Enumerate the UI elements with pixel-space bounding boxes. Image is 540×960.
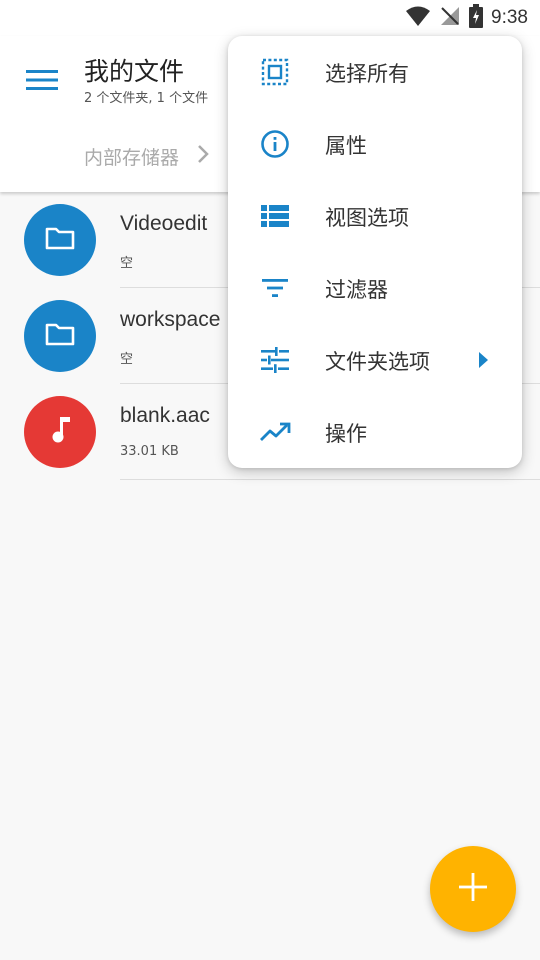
status-bar: 9:38: [0, 0, 540, 36]
file-avatar: [24, 396, 96, 468]
file-name: blank.aac: [120, 404, 210, 427]
add-icon: [459, 873, 487, 905]
file-name: workspace: [120, 308, 221, 331]
file-meta: 空: [120, 352, 134, 367]
menu-item-label: 选择所有: [325, 62, 409, 86]
menu-item-label: 过滤器: [325, 278, 388, 302]
tune-icon: [259, 344, 291, 376]
menu-item-actions[interactable]: 操作: [228, 396, 522, 468]
select-all-icon: [259, 56, 291, 88]
folder-icon: [45, 226, 75, 254]
page-title: 我的文件: [84, 57, 185, 86]
file-meta: 33.01 KB: [120, 444, 179, 459]
music-note-icon: [48, 415, 72, 449]
file-name: Videoedit: [120, 212, 208, 235]
status-icons: 9:38: [405, 4, 528, 32]
menu-item-folder-options[interactable]: 文件夹选项: [228, 324, 522, 396]
trending-up-icon: [259, 416, 291, 448]
view-list-icon: [259, 200, 291, 232]
menu-item-label: 属性: [325, 134, 367, 158]
hamburger-menu-button[interactable]: [22, 62, 62, 102]
status-time: 9:38: [491, 7, 528, 28]
hamburger-menu-icon: [26, 69, 58, 95]
file-meta: 空: [120, 256, 134, 271]
chevron-right-icon: [197, 144, 209, 168]
breadcrumb: 内部存储器: [84, 142, 209, 170]
menu-item-filter[interactable]: 过滤器: [228, 252, 522, 324]
page-subtitle: 2 个文件夹, 1 个文件: [84, 91, 209, 106]
menu-item-select-all[interactable]: 选择所有: [228, 36, 522, 108]
file-avatar: [24, 300, 96, 372]
menu-item-properties[interactable]: 属性: [228, 108, 522, 180]
overflow-menu: 选择所有 属性 视图选项 过滤器 文件夹选项 操作: [228, 36, 522, 468]
menu-item-label: 视图选项: [325, 206, 409, 230]
menu-item-label: 文件夹选项: [325, 350, 430, 374]
battery-charging-icon: [469, 4, 484, 32]
no-signal-icon: [439, 5, 461, 31]
info-icon: [259, 128, 291, 160]
wifi-icon: [405, 5, 431, 31]
folder-icon: [45, 322, 75, 350]
add-fab-button[interactable]: [430, 846, 516, 932]
divider: [120, 479, 540, 480]
breadcrumb-item-internal-storage[interactable]: 内部存储器: [84, 143, 179, 170]
menu-item-label: 操作: [325, 422, 367, 446]
menu-item-view-options[interactable]: 视图选项: [228, 180, 522, 252]
file-avatar: [24, 204, 96, 276]
filter-icon: [259, 272, 291, 304]
submenu-arrow-icon: [479, 352, 488, 368]
